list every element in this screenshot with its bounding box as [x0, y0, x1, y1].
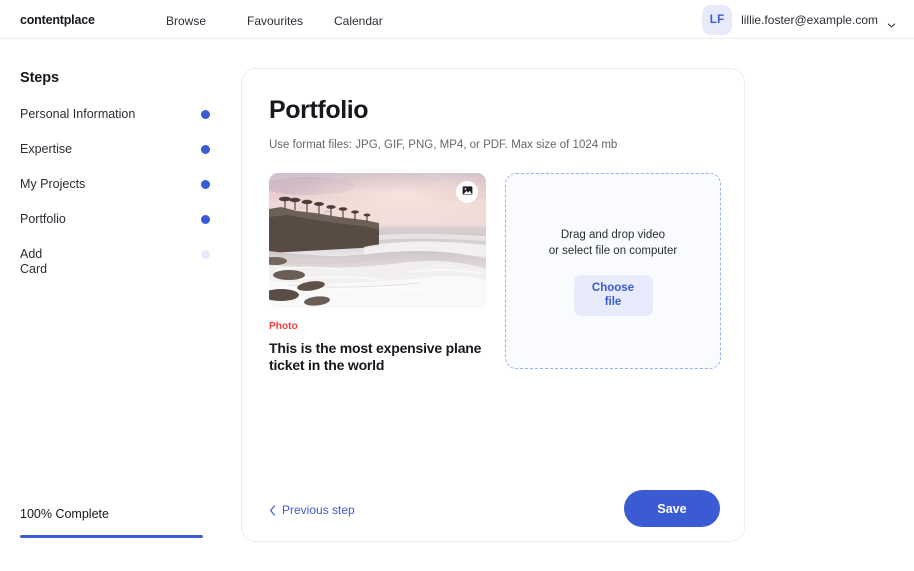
sidebar-item-label: Portfolio: [20, 212, 66, 226]
sidebar-item-personal-information[interactable]: Personal Information: [20, 107, 210, 122]
step-status-dot: [201, 180, 210, 189]
image-icon: [462, 183, 473, 201]
choose-file-button[interactable]: Choose file: [573, 274, 653, 316]
sidebar-item-label: My Projects: [20, 177, 86, 191]
dropzone-text: Drag and drop video or select file on co…: [549, 227, 677, 259]
sidebar-item-label: Add Card: [20, 247, 48, 276]
account-menu[interactable]: LF lillie.foster@example.com: [702, 5, 896, 35]
image-icon-badge[interactable]: [456, 181, 478, 203]
progress-label: 100% Complete: [20, 507, 109, 521]
main-nav: Browse Favourites Calendar: [166, 14, 414, 28]
choose-file-label-line1: Choose: [591, 281, 635, 294]
brand-logo[interactable]: contentplace: [20, 13, 95, 27]
top-header: contentplace Browse Favourites Calendar …: [0, 0, 914, 39]
progress-bar: [20, 535, 203, 538]
step-status-dot: [201, 110, 210, 119]
progress-bar-fill: [20, 535, 203, 538]
sidebar-item-expertise[interactable]: Expertise: [20, 142, 210, 157]
sidebar-item-portfolio[interactable]: Portfolio: [20, 212, 210, 227]
media-tag: Photo: [269, 321, 298, 332]
media-thumbnail[interactable]: [269, 173, 486, 308]
progress-section: 100% Complete: [20, 507, 203, 538]
chevron-left-icon: [269, 504, 276, 516]
previous-step-label: Previous step: [282, 503, 355, 517]
step-status-dot: [201, 250, 210, 259]
save-button[interactable]: Save: [624, 490, 720, 527]
dropzone-line1: Drag and drop video: [560, 228, 666, 241]
media-title: This is the most expensive plane ticket …: [269, 340, 482, 373]
account-email: lillie.foster@example.com: [741, 13, 878, 27]
dropzone-line2: or select file on computer: [548, 244, 678, 257]
sidebar: Steps Personal Information Expertise My …: [0, 39, 222, 571]
sidebar-item-label: Expertise: [20, 142, 73, 156]
portfolio-card: Portfolio Use format files: JPG, GIF, PN…: [241, 68, 745, 542]
choose-file-label-line2: file: [604, 295, 622, 308]
previous-step-button[interactable]: Previous step: [269, 503, 355, 517]
coastal-photo: [269, 173, 486, 308]
nav-item-favourites[interactable]: Favourites: [247, 14, 334, 28]
format-hint: Use format files: JPG, GIF, PNG, MP4, or…: [269, 139, 618, 151]
sidebar-item-my-projects[interactable]: My Projects: [20, 177, 210, 192]
avatar: LF: [702, 5, 733, 35]
app-window: contentplace Browse Favourites Calendar …: [0, 0, 914, 571]
nav-item-browse[interactable]: Browse: [166, 14, 247, 28]
chevron-down-icon: [887, 17, 896, 28]
nav-item-calendar[interactable]: Calendar: [334, 14, 414, 28]
step-status-dot: [201, 215, 210, 224]
sidebar-item-add-card[interactable]: Add Card: [20, 247, 210, 277]
sidebar-item-label: Personal Information: [20, 107, 136, 121]
page-title: Portfolio: [269, 96, 369, 124]
step-status-dot: [201, 145, 210, 154]
file-dropzone[interactable]: Drag and drop video or select file on co…: [505, 173, 721, 369]
media-card[interactable]: Photo This is the most expensive plane t…: [269, 173, 486, 374]
sidebar-title: Steps: [20, 70, 59, 86]
